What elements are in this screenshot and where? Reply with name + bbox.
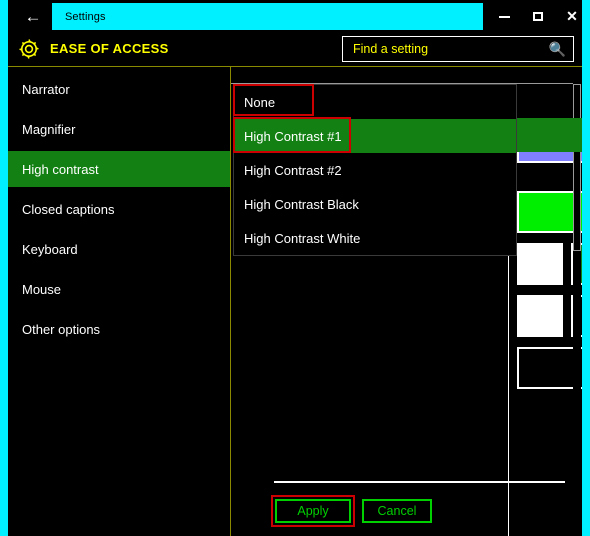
page-title: EASE OF ACCESS <box>50 41 169 56</box>
cancel-button-label: Cancel <box>377 504 417 518</box>
sidebar-item-label: Narrator <box>22 81 70 97</box>
maximize-icon <box>533 12 543 21</box>
sidebar-nav: Narrator Magnifier High contrast Closed … <box>8 67 230 536</box>
back-arrow-icon[interactable]: ← <box>14 2 52 30</box>
apply-button[interactable]: Apply <box>275 499 351 523</box>
color-swatch[interactable] <box>517 295 563 337</box>
sidebar-item-label: Keyboard <box>22 241 78 257</box>
high-contrast-theme-dropdown[interactable]: None High Contrast #1 High Contrast #2 H… <box>233 84 517 256</box>
sidebar-item-other-options[interactable]: Other options <box>8 311 230 347</box>
dropdown-item-label: High Contrast #2 <box>244 162 342 178</box>
dropdown-item-label: High Contrast Black <box>244 196 359 212</box>
sidebar-item-label: Magnifier <box>22 121 76 137</box>
sidebar-item-label: Closed captions <box>22 201 115 217</box>
window-title: Settings <box>65 10 106 23</box>
page-header: EASE OF ACCESS Find a setting 🔍 <box>8 32 582 66</box>
dropdown-item-label: High Contrast #1 <box>244 128 342 144</box>
sidebar-item-closed-captions[interactable]: Closed captions <box>8 191 230 227</box>
dropdown-item-label: High Contrast White <box>244 230 361 246</box>
sidebar-item-label: High contrast <box>22 161 99 177</box>
dropdown-item-high-contrast-black[interactable]: High Contrast Black <box>234 187 516 221</box>
sidebar-item-label: Mouse <box>22 281 62 297</box>
search-placeholder: Find a setting <box>353 42 429 56</box>
cancel-button[interactable]: Cancel <box>362 499 432 523</box>
close-button[interactable]: ✕ <box>557 3 587 30</box>
search-icon: 🔍 <box>548 41 566 57</box>
gear-icon <box>17 37 41 61</box>
sidebar-item-narrator[interactable]: Narrator <box>8 71 230 107</box>
sidebar-item-high-contrast[interactable]: High contrast <box>8 151 230 187</box>
dropdown-item-high-contrast-white[interactable]: High Contrast White <box>234 221 516 255</box>
maximize-button[interactable] <box>523 3 553 30</box>
sidebar-item-keyboard[interactable]: Keyboard <box>8 231 230 267</box>
title-bar: ← Settings ✕ <box>8 0 582 32</box>
minimize-icon <box>498 15 510 18</box>
search-input[interactable]: Find a setting 🔍 <box>342 36 574 62</box>
settings-window: ← Settings ✕ EASE OF ACCESS Find a setti… <box>0 0 590 536</box>
window-title-strip: Settings <box>52 3 483 30</box>
color-swatch[interactable] <box>517 243 563 285</box>
dropdown-item-high-contrast-2[interactable]: High Contrast #2 <box>234 153 516 187</box>
dropdown-item-high-contrast-1[interactable]: High Contrast #1 <box>234 119 516 153</box>
panel-bottom-divider <box>274 481 565 483</box>
sidebar-item-magnifier[interactable]: Magnifier <box>8 111 230 147</box>
theme-preview-panel: Disabled Text Selected Text Button Text … <box>508 145 582 536</box>
sidebar-item-label: Other options <box>22 321 101 337</box>
window-border-right <box>582 0 590 536</box>
sidebar-item-mouse[interactable]: Mouse <box>8 271 230 307</box>
window-border-left <box>0 0 8 536</box>
close-icon: ✕ <box>566 8 578 24</box>
apply-button-label: Apply <box>297 504 329 518</box>
dropdown-item-label: None <box>244 94 276 110</box>
scrollbar-thumb[interactable] <box>573 84 581 251</box>
dropdown-item-none[interactable]: None <box>234 85 516 119</box>
minimize-button[interactable] <box>489 3 519 30</box>
